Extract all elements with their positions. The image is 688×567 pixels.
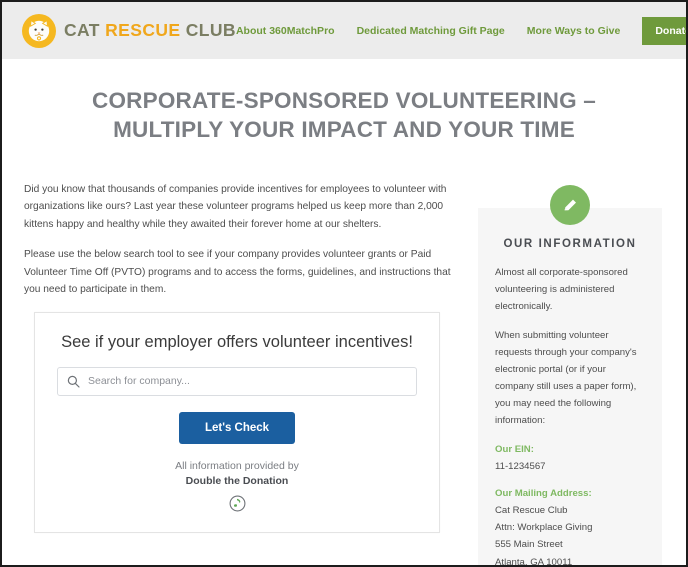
logo-word-cat: CAT (64, 19, 100, 40)
address-line-4: Atlanta, GA 10011 (495, 556, 573, 567)
intro-paragraph-1: Did you know that thousands of companies… (24, 183, 447, 230)
sidebar-paragraph-2: When submitting volunteer requests throu… (495, 329, 637, 427)
main-navigation: About 360MatchPro Dedicated Matching Gif… (236, 16, 686, 45)
mailing-address-label: Our Mailing Address: (495, 488, 592, 500)
address-line-2: Attn: Workplace Giving (495, 522, 593, 534)
site-header: CAT RESCUE CLUB About 360MatchPro Dedica… (2, 2, 686, 59)
nav-link-dedicated-matching-gift-page[interactable]: Dedicated Matching Gift Page (357, 25, 505, 37)
ein-label: Our EIN: (495, 444, 534, 456)
address-line-3: 555 Main Street (495, 539, 563, 551)
hero-section: CORPORATE-SPONSORED VOLUNTEERING – MULTI… (2, 59, 686, 167)
company-search-input[interactable] (88, 375, 407, 388)
logo-wordmark: CAT RESCUE CLUB (64, 19, 236, 40)
nav-link-about-360matchpro[interactable]: About 360MatchPro (236, 25, 335, 37)
pencil-icon (550, 184, 590, 225)
sidebar-title: OUR INFORMATION (503, 237, 637, 250)
cat-face-icon (22, 13, 56, 48)
nav-link-more-ways-to-give[interactable]: More Ways to Give (527, 25, 621, 37)
employer-search-widget: See if your employer offers volunteer in… (34, 311, 440, 534)
magnifier-icon (67, 375, 80, 388)
sidebar-panel: OUR INFORMATION Almost all corporate-spo… (478, 207, 662, 567)
logo-word-rescue: RESCUE (105, 19, 181, 40)
page-title: CORPORATE-SPONSORED VOLUNTEERING – MULTI… (92, 88, 596, 142)
address-line-1: Cat Rescue Club (495, 505, 568, 517)
provided-by-text: All information provided by (175, 459, 299, 472)
sidebar-paragraph-1: Almost all corporate-sponsored volunteer… (495, 266, 628, 312)
content-area: Did you know that thousands of companies… (2, 167, 686, 567)
lets-check-button[interactable]: Let's Check (178, 411, 296, 444)
main-column: Did you know that thousands of companies… (24, 181, 460, 534)
intro-paragraph-2: Please use the below search tool to see … (24, 249, 451, 296)
ein-value: 11-1234567 (495, 461, 546, 473)
logo-word-club: CLUB (185, 19, 236, 40)
provided-by-brand: Double the Donation (185, 475, 289, 488)
page-frame: CAT RESCUE CLUB About 360MatchPro Dedica… (0, 0, 688, 567)
donate-today-button[interactable]: Donate Today (642, 16, 686, 45)
search-widget-title: See if your employer offers volunteer in… (61, 332, 413, 351)
site-logo[interactable]: CAT RESCUE CLUB (22, 13, 236, 48)
double-the-donation-logo-icon (229, 495, 246, 512)
our-information-sidebar: OUR INFORMATION Almost all corporate-spo… (478, 184, 662, 567)
search-input-container[interactable] (57, 366, 417, 396)
